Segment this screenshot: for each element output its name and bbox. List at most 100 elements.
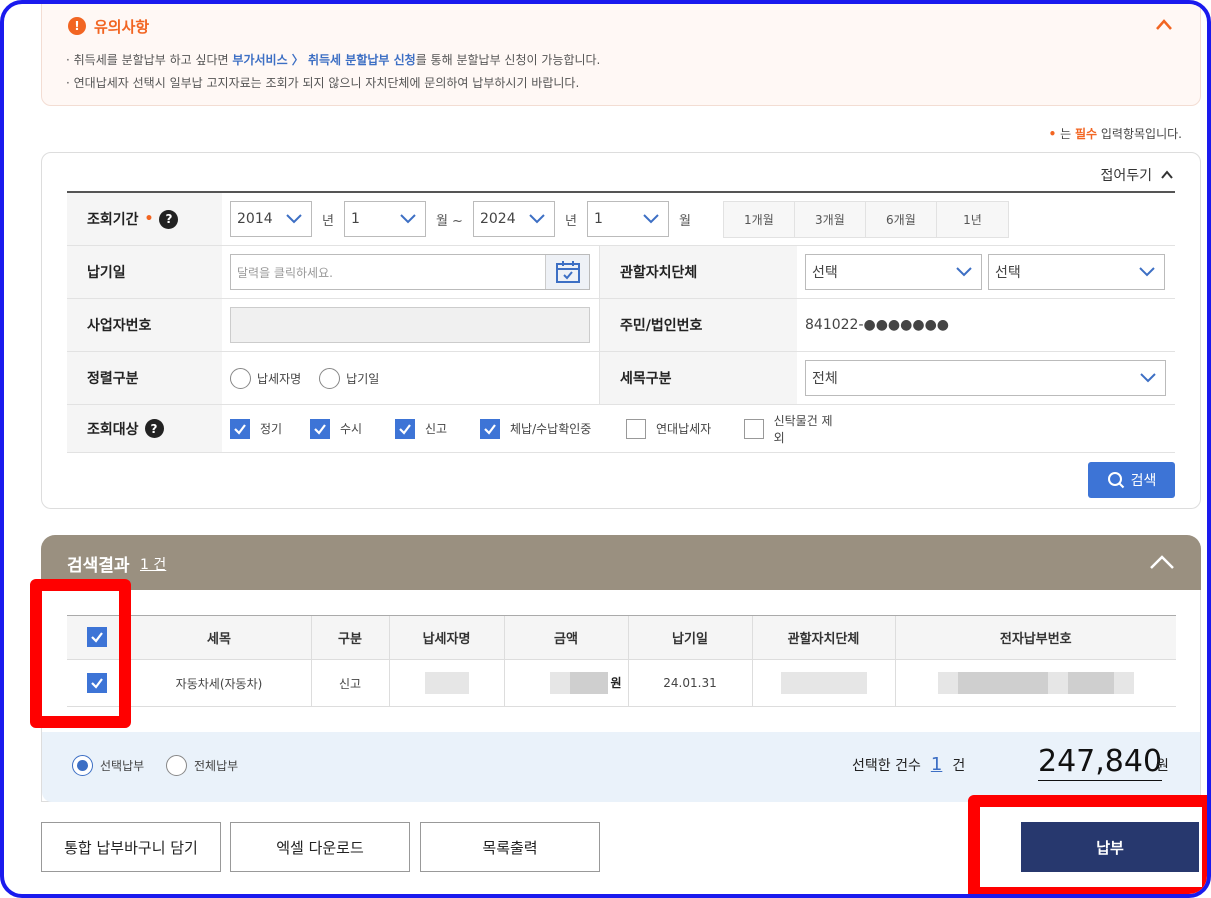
paydate-placeholder: 달력을 클릭하세요.	[237, 265, 333, 280]
type-cell: 신고	[310, 659, 389, 707]
taxtype-label: 세목구분	[620, 371, 672, 387]
target-option[interactable]: 수시	[310, 418, 395, 439]
to-year-select[interactable]: 2024	[472, 201, 555, 237]
pay-option-selected[interactable]: 선택납부	[72, 755, 156, 776]
target-label-cell: 조회대상 ?	[67, 405, 222, 452]
target-label: 조회대상	[87, 421, 139, 438]
sort-radio-duedate[interactable]	[319, 367, 341, 389]
target-option-label: 정기	[260, 422, 283, 436]
radio-all-pay[interactable]	[166, 755, 187, 776]
target-checkbox[interactable]	[480, 418, 500, 439]
localgov-select-2[interactable]: 선택	[988, 254, 1165, 290]
search-panel: 접어두기 조회기간 • ? 2014 년 1 월 ~ 2024 년 1 월 1개…	[41, 152, 1201, 509]
from-month-select[interactable]: 1	[343, 201, 426, 237]
chevron-down-icon	[529, 214, 545, 224]
print-list-button[interactable]: 목록출력	[420, 822, 600, 872]
residentno-label-cell: 주민/법인번호	[599, 299, 797, 351]
notice-text: · 취득세를 분할납부 하고 싶다면	[66, 53, 233, 67]
search-icon	[1107, 472, 1124, 489]
calendar-icon[interactable]	[545, 255, 589, 289]
paydate-input[interactable]: 달력을 클릭하세요.	[230, 254, 590, 290]
target-checkbox[interactable]	[310, 418, 330, 439]
year-unit: 년	[564, 213, 577, 229]
chevron-down-icon	[1140, 373, 1156, 383]
bizno-row: 사업자번호 주민/법인번호 841022-●●●●●●●	[67, 299, 1175, 352]
target-checkbox[interactable]	[626, 418, 646, 439]
required-word: 필수	[1074, 127, 1098, 141]
target-option[interactable]: 연대납세자	[626, 418, 744, 439]
period-1month-button[interactable]: 1개월	[724, 201, 795, 237]
sort-cell: 납세자명 납기일	[222, 352, 599, 404]
column-header[interactable]: 구분	[310, 615, 389, 660]
radio-selected-pay[interactable]	[72, 755, 93, 776]
redacted-block	[1113, 672, 1134, 694]
column-header[interactable]: 관할자치단체	[751, 615, 895, 660]
target-option[interactable]: 체납/수납확인중	[480, 418, 626, 439]
chevron-up-icon[interactable]	[1149, 552, 1175, 572]
taxpayer-cell	[388, 659, 504, 707]
sort-radio-name[interactable]	[230, 367, 251, 389]
localgov-select-1[interactable]: 선택	[805, 254, 982, 290]
taxtype-select[interactable]: 전체	[805, 360, 1166, 396]
column-header[interactable]: 전자납부번호	[894, 615, 1176, 660]
month-unit: 월	[678, 213, 691, 229]
target-option[interactable]: 정기	[230, 418, 310, 439]
help-icon[interactable]: ?	[144, 419, 164, 438]
bizno-label-cell: 사업자번호	[67, 299, 222, 351]
column-header[interactable]: 금액	[503, 615, 628, 660]
to-month-select[interactable]: 1	[586, 201, 669, 237]
target-option[interactable]: 신탁물건 제외	[744, 412, 854, 446]
result-title: 검색결과	[67, 556, 130, 576]
localgov-cell	[751, 659, 895, 707]
sort-option-label: 납기일	[346, 371, 380, 386]
period-1year-button[interactable]: 1년	[937, 202, 1008, 237]
target-checkbox[interactable]	[230, 418, 250, 439]
from-month-value: 1	[350, 211, 360, 227]
target-checkbox[interactable]	[395, 418, 415, 439]
chevron-down-icon	[643, 214, 659, 224]
table-header-row: 세목 구분 납세자명 금액 납기일 관할자치단체 전자납부번호	[67, 615, 1176, 660]
target-option-label: 신고	[425, 422, 448, 436]
exclamation-icon: !	[68, 17, 86, 35]
excel-download-button[interactable]: 엑셀 다운로드	[230, 822, 410, 872]
period-3month-button[interactable]: 3개월	[795, 201, 866, 237]
pay-option-all[interactable]: 전체납부	[166, 755, 250, 776]
help-icon[interactable]: ?	[159, 209, 179, 229]
result-body: 세목 구분 납세자명 금액 납기일 관할자치단체 전자납부번호 자동차세(자동차…	[41, 590, 1201, 802]
summary-bar: 선택납부 전체납부 선택한 건수 1 건 247,840 원	[42, 732, 1200, 802]
column-header[interactable]: 납세자명	[388, 615, 504, 660]
fold-label: 접어두기	[1100, 168, 1152, 184]
period-6month-button[interactable]: 6개월	[866, 201, 937, 237]
table-row[interactable]: 자동차세(자동차) 신고 원 24.01.31	[67, 659, 1176, 707]
search-button[interactable]: 검색	[1088, 462, 1175, 498]
column-header[interactable]: 세목	[126, 615, 311, 660]
chevron-down-icon	[1139, 267, 1155, 277]
localgov-label: 관할자치단체	[620, 265, 698, 281]
bizno-input	[230, 307, 590, 343]
from-year-select[interactable]: 2014	[230, 201, 312, 237]
notice-line: · 연대납세자 선택시 일부납 고지자료는 조회가 되지 않으니 자치단체에 문…	[66, 76, 580, 90]
notice-line: · 취득세를 분할납부 하고 싶다면 부가서비스 〉 취득세 분할납부 신청를 …	[66, 51, 600, 68]
pay-button[interactable]: 납부	[1021, 822, 1199, 872]
notice-link[interactable]: 부가서비스 〉 취득세 분할납부 신청	[232, 53, 415, 67]
amount-unit: 원	[610, 675, 622, 690]
total-amount: 247,840	[1038, 744, 1163, 781]
chevron-down-icon	[286, 214, 302, 224]
localgov-select-1-value: 선택	[812, 265, 838, 281]
column-header[interactable]: 납기일	[627, 615, 752, 660]
period-label: 조회기간	[87, 212, 139, 228]
add-to-cart-button[interactable]: 통합 납부바구니 담기	[41, 822, 221, 872]
select-all-checkbox[interactable]	[86, 627, 107, 647]
row-checkbox[interactable]	[86, 673, 107, 693]
required-text: 입력항목입니다.	[1097, 127, 1182, 141]
year-unit: 년	[322, 213, 334, 229]
target-option[interactable]: 신고	[395, 418, 480, 439]
notice-box: ! 유의사항 · 취득세를 분할납부 하고 싶다면 부가서비스 〉 취득세 분할…	[41, 4, 1201, 106]
sort-option-label: 납세자명	[257, 371, 302, 386]
target-checkbox[interactable]	[744, 418, 764, 439]
redacted-block	[780, 672, 867, 694]
chevron-up-icon[interactable]	[1154, 15, 1174, 35]
search-button-label: 검색	[1130, 473, 1157, 489]
row-select-cell	[67, 659, 127, 707]
fold-toggle[interactable]: 접어두기	[1100, 165, 1174, 185]
